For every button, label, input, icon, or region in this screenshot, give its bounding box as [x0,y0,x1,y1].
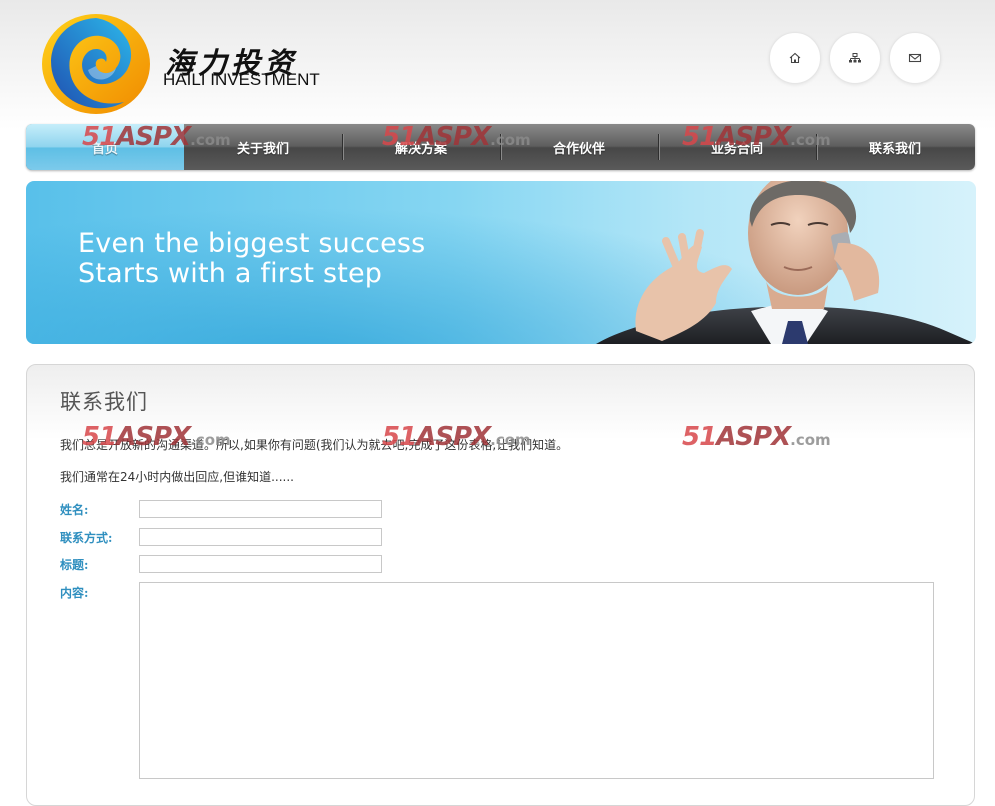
name-label: 姓名: [60,503,89,517]
intro-paragraph: 我们总是开放新的沟通渠道。所以,如果你有问题(我们认为就去吧,完成了这份表格,让… [60,438,569,452]
businessman-photo [596,181,976,344]
subject-field[interactable] [139,555,382,573]
mail-button[interactable] [889,32,941,84]
page-title: 联系我们 [60,390,148,414]
mail-icon [908,53,922,63]
home-icon [789,52,801,64]
message-textarea[interactable] [139,582,934,779]
banner-headline-line1: Even the biggest success [78,228,426,259]
nav-item-home[interactable]: 首页 [26,124,184,170]
home-button[interactable] [769,32,821,84]
sitemap-icon [849,53,861,63]
contact-method-field[interactable] [139,528,382,546]
site-logo[interactable]: 海力投资 HAILI INVESTMENT [36,10,326,120]
logo-swirl-icon [42,14,150,114]
subject-label: 标题: [60,558,89,572]
content-label: 内容: [60,586,89,600]
nav-item-partners[interactable]: 合作伙伴 [500,124,658,170]
nav-item-contracts[interactable]: 业务合同 [658,124,816,170]
hero-banner: Even the biggest success Starts with a f… [26,181,976,344]
nav-item-about[interactable]: 关于我们 [184,124,342,170]
nav-item-contact[interactable]: 联系我们 [816,124,974,170]
logo-english-text: HAILI INVESTMENT [163,70,320,89]
banner-headline-line2: Starts with a first step [78,258,383,289]
name-field[interactable] [139,500,382,518]
contact-method-label: 联系方式: [60,531,113,545]
nav-item-solutions[interactable]: 解决方案 [342,124,500,170]
main-nav: 首页 关于我们 解决方案 合作伙伴 业务合同 联系我们 [26,124,975,170]
sitemap-button[interactable] [829,32,881,84]
response-note: 我们通常在24小时内做出回应,但谁知道...... [60,470,294,484]
